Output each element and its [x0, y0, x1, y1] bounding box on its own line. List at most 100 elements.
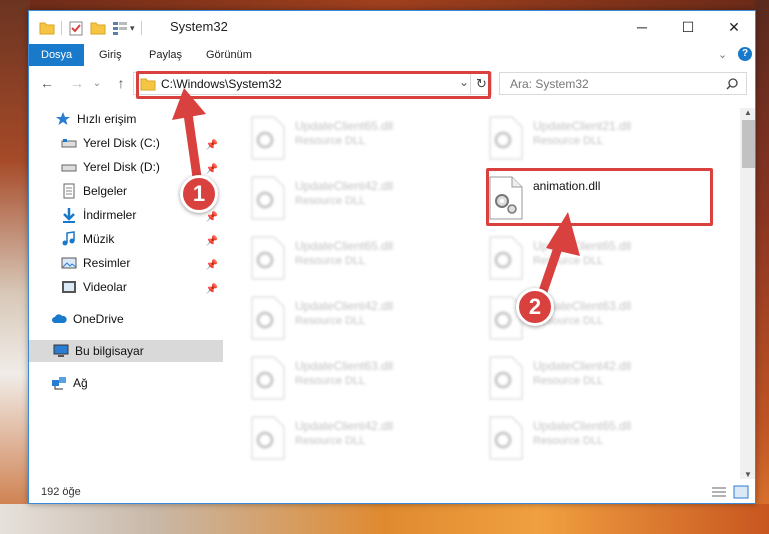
downloads-icon: [63, 208, 75, 223]
file-description: Resource DLL: [295, 375, 366, 387]
sidebar-item-onedrive[interactable]: OneDrive: [51, 308, 221, 330]
search-input[interactable]: Ara: System32: [510, 77, 589, 91]
file-description: Resource DLL: [295, 435, 366, 447]
search-box[interactable]: Ara: System32: [499, 72, 747, 95]
desktop-background-top: [0, 0, 769, 10]
sidebar-item-label: Hızlı erişim: [77, 112, 137, 126]
file-item[interactable]: UpdateClient65.dll Resource DLL: [488, 236, 718, 284]
tab-view[interactable]: Görünüm: [206, 44, 252, 66]
search-icon[interactable]: [726, 78, 738, 90]
folder-icon[interactable]: [39, 21, 55, 35]
file-highlight-box: [486, 168, 713, 226]
expand-ribbon-chevron-icon[interactable]: ⌄: [718, 48, 727, 61]
sidebar-item-label: Müzik: [83, 232, 115, 246]
sidebar-item-network[interactable]: Ağ: [51, 372, 221, 394]
sidebar-item-videos[interactable]: Videolar 📌: [61, 276, 221, 298]
scroll-down-icon[interactable]: ▼: [744, 470, 752, 479]
window-title: System32: [170, 19, 228, 34]
desktop-background-bottom: [0, 504, 769, 534]
minimize-button[interactable]: ─: [619, 11, 665, 43]
file-name: UpdateClient42.dll: [295, 419, 394, 433]
vertical-scrollbar[interactable]: ▲ ▼: [740, 108, 755, 479]
dll-file-icon: [251, 176, 285, 220]
sidebar-item-label: Resimler: [83, 256, 131, 270]
up-button[interactable]: ↑: [111, 73, 131, 93]
file-name: UpdateClient42.dll: [295, 179, 394, 193]
file-name: UpdateClient63.dll: [295, 359, 394, 373]
maximize-button[interactable]: ☐: [665, 11, 711, 43]
details-view-icon[interactable]: [711, 486, 727, 498]
close-button[interactable]: ✕: [711, 11, 755, 43]
toolbar-divider: [61, 21, 62, 35]
title-bar: ▾ System32 ─ ☐ ✕: [29, 11, 755, 44]
desktop-background-right: [755, 0, 769, 534]
videos-icon: [62, 281, 76, 293]
sidebar-item-label: Yerel Disk (C:): [83, 136, 160, 150]
file-item[interactable]: UpdateClient65.dll Resource DLL: [250, 116, 480, 164]
cloud-icon: [52, 314, 67, 323]
new-folder-icon[interactable]: [90, 21, 106, 35]
step-2-marker: 2: [516, 288, 554, 326]
large-icons-view-icon[interactable]: [733, 485, 749, 499]
quick-access-toolbar: ▾: [39, 19, 148, 37]
step-1-marker: 1: [180, 175, 218, 213]
pictures-icon: [61, 257, 77, 269]
file-item[interactable]: UpdateClient42.dll Resource DLL: [250, 176, 480, 224]
file-item[interactable]: UpdateClient42.dll Resource DLL: [250, 416, 480, 464]
file-description: Resource DLL: [533, 135, 604, 147]
tab-share[interactable]: Paylaş: [149, 44, 182, 66]
file-description: Resource DLL: [533, 375, 604, 387]
sidebar-item-label: Videolar: [83, 280, 127, 294]
file-name: UpdateClient65.dll: [295, 119, 394, 133]
file-item[interactable]: UpdateClient65.dll Resource DLL: [488, 416, 718, 464]
recent-locations-button[interactable]: ⌄: [87, 73, 107, 93]
documents-icon: [63, 183, 75, 199]
dll-file-icon: [489, 356, 523, 400]
network-icon: [52, 377, 66, 390]
sidebar-item-label: Belgeler: [83, 184, 128, 198]
dll-file-icon: [489, 236, 523, 280]
dll-file-icon: [251, 236, 285, 280]
dll-file-icon: [251, 116, 285, 160]
ribbon-tabs: Dosya Giriş Paylaş Görünüm ⌄ ?: [29, 44, 755, 66]
sidebar-item-label: İndirmeler: [83, 208, 137, 222]
music-icon: [62, 231, 75, 246]
sidebar-item-music[interactable]: Müzik 📌: [61, 228, 221, 250]
file-description: Resource DLL: [295, 315, 366, 327]
file-description: Resource DLL: [295, 135, 366, 147]
file-item[interactable]: UpdateClient42.dll Resource DLL: [488, 356, 718, 404]
star-icon: [56, 112, 70, 125]
tab-file[interactable]: Dosya: [29, 44, 85, 66]
dll-file-icon: [489, 416, 523, 460]
file-name: UpdateClient65.dll: [295, 239, 394, 253]
customize-toolbar-chevron-icon[interactable]: ▾: [130, 23, 135, 34]
file-list: UpdateClient65.dll Resource DLL UpdateCl…: [225, 108, 740, 476]
file-description: Resource DLL: [533, 435, 604, 447]
drive-icon: [61, 164, 77, 172]
file-name: UpdateClient65.dll: [533, 419, 632, 433]
pin-icon: 📌: [205, 236, 218, 247]
scrollbar-thumb[interactable]: [742, 120, 755, 168]
sidebar-item-this-pc[interactable]: Bu bilgisayar: [29, 340, 223, 362]
file-item[interactable]: UpdateClient65.dll Resource DLL: [250, 236, 480, 284]
forward-button[interactable]: →: [67, 73, 87, 93]
tab-home[interactable]: Giriş: [99, 44, 122, 66]
dll-file-icon: [251, 416, 285, 460]
dll-file-icon: [251, 356, 285, 400]
back-button[interactable]: ←: [37, 73, 57, 93]
sidebar-item-label: Yerel Disk (D:): [83, 160, 160, 174]
file-item[interactable]: UpdateClient21.dll Resource DLL: [488, 116, 718, 164]
item-count: 192 öğe: [41, 486, 81, 498]
view-options-icon[interactable]: [112, 21, 128, 35]
file-item[interactable]: UpdateClient63.dll Resource DLL: [250, 356, 480, 404]
help-icon[interactable]: ?: [738, 47, 752, 61]
toolbar-divider: [140, 21, 142, 35]
sidebar-item-pictures[interactable]: Resimler 📌: [61, 252, 221, 274]
scroll-up-icon[interactable]: ▲: [744, 108, 752, 117]
sidebar-item-label: Ağ: [73, 376, 88, 390]
step-1-arrow: [172, 88, 206, 185]
status-bar: 192 öğe: [29, 481, 755, 503]
file-item[interactable]: UpdateClient42.dll Resource DLL: [250, 296, 480, 344]
properties-icon[interactable]: [68, 20, 84, 36]
dll-file-icon: [251, 296, 285, 340]
